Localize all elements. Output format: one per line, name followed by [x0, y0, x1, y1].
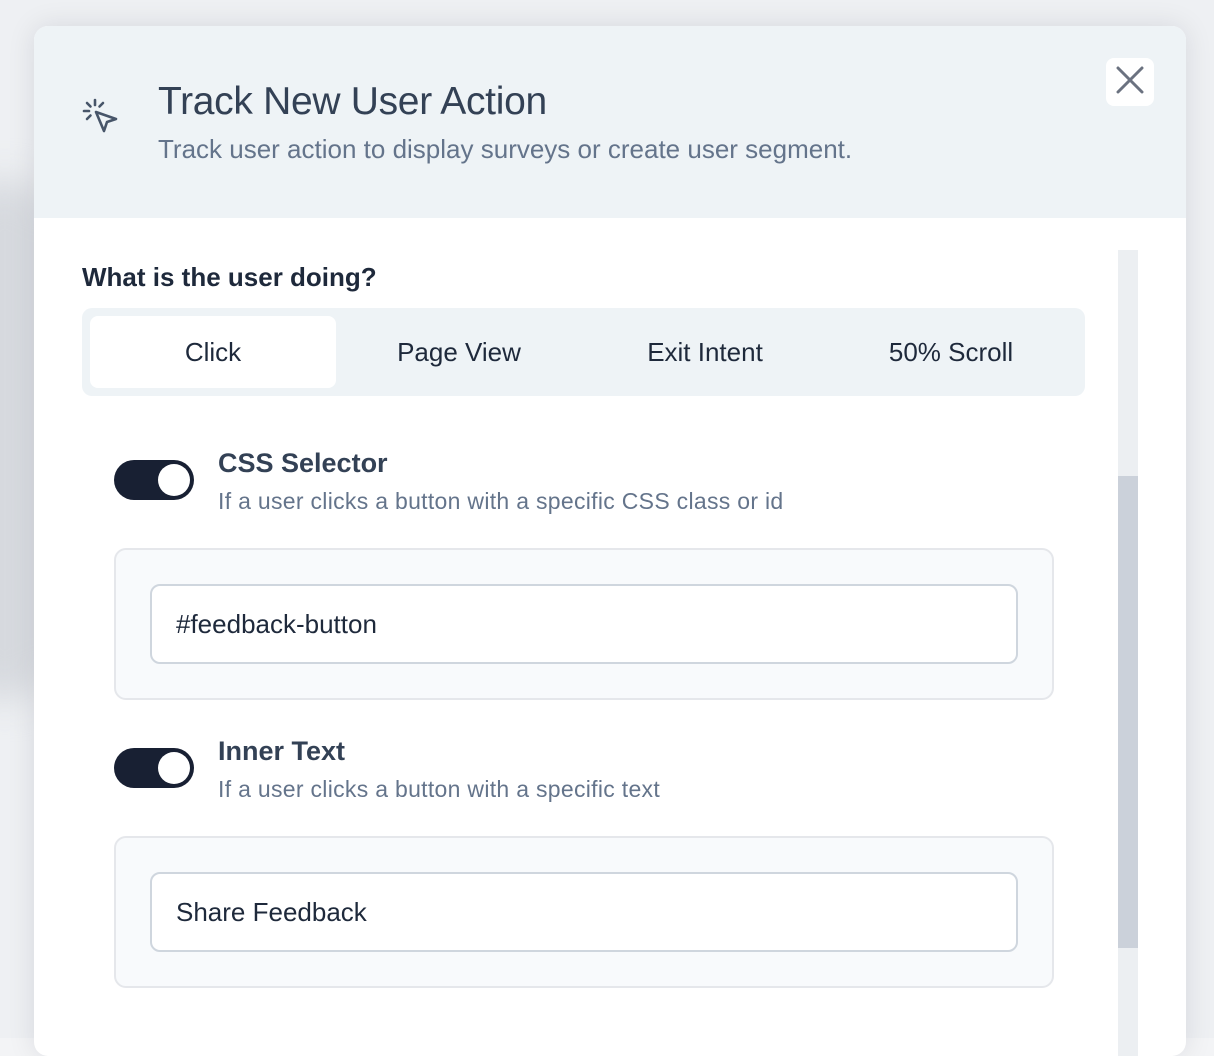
css-selector-panel — [114, 548, 1054, 700]
track-action-modal: Track New User Action Track user action … — [34, 26, 1186, 1056]
scrollbar-thumb[interactable] — [1118, 476, 1138, 948]
modal-title: Track New User Action — [158, 80, 547, 123]
inner-text-toggle[interactable] — [114, 748, 194, 788]
tab-click[interactable]: Click — [90, 316, 336, 388]
close-icon — [1114, 64, 1146, 101]
cursor-click-icon — [80, 96, 122, 138]
toggle-knob — [158, 752, 190, 784]
css-selector-toggle[interactable] — [114, 460, 194, 500]
tab-50-scroll[interactable]: 50% Scroll — [828, 316, 1074, 388]
inner-text-panel — [114, 836, 1054, 988]
css-selector-description: If a user clicks a button with a specifi… — [218, 488, 784, 514]
modal-header: Track New User Action Track user action … — [34, 26, 1186, 218]
inner-text-input[interactable] — [150, 872, 1018, 952]
inner-text-description: If a user clicks a button with a specifi… — [218, 776, 661, 802]
tab-exit-intent[interactable]: Exit Intent — [582, 316, 828, 388]
inner-text-title: Inner Text — [218, 736, 346, 766]
trigger-tabs: Click Page View Exit Intent 50% Scroll — [82, 308, 1085, 396]
scrollbar-track[interactable] — [1118, 250, 1138, 1056]
css-selector-input[interactable] — [150, 584, 1018, 664]
close-button[interactable] — [1106, 58, 1154, 106]
css-selector-title: CSS Selector — [218, 448, 388, 478]
tab-page-view[interactable]: Page View — [336, 316, 582, 388]
toggle-knob — [158, 464, 190, 496]
modal-subtitle: Track user action to display surveys or … — [158, 134, 853, 164]
trigger-question: What is the user doing? — [82, 262, 377, 292]
